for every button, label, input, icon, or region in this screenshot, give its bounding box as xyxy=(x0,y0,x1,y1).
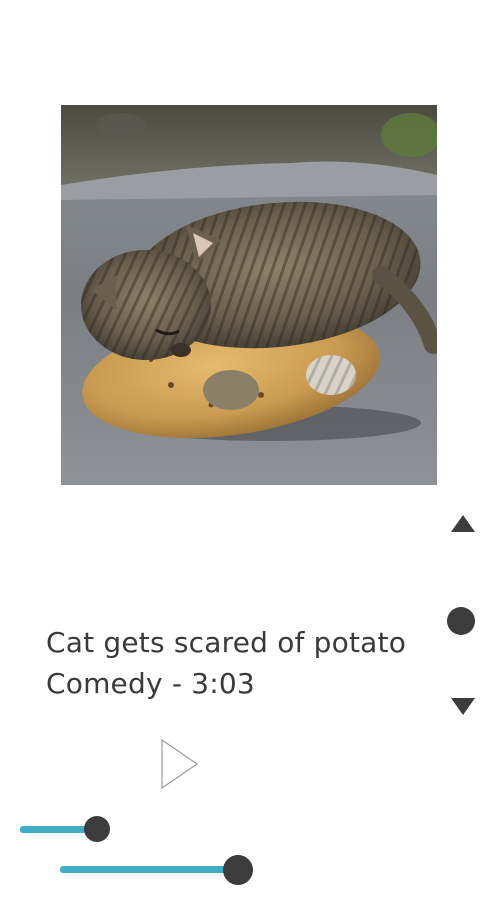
scroll-up-button[interactable] xyxy=(450,514,476,534)
scroll-thumb[interactable] xyxy=(447,607,475,635)
play-button[interactable] xyxy=(160,738,200,790)
slider-1[interactable] xyxy=(20,814,113,844)
scroll-down-button[interactable] xyxy=(450,696,476,716)
triangle-up-icon xyxy=(451,515,475,532)
video-thumbnail[interactable] xyxy=(61,105,437,485)
slider-2[interactable] xyxy=(60,854,258,885)
video-screen: Cat gets scared of potato Comedy - 3:03 xyxy=(0,0,500,900)
video-subtitle: Comedy - 3:03 xyxy=(46,667,255,700)
slider-2-track xyxy=(60,866,238,873)
triangle-down-icon xyxy=(451,698,475,715)
video-title: Cat gets scared of potato xyxy=(46,626,407,659)
play-icon xyxy=(161,738,199,790)
kitten-on-potato-image xyxy=(61,105,437,485)
slider-2-knob[interactable] xyxy=(223,855,253,885)
video-info: Cat gets scared of potato Comedy - 3:03 xyxy=(46,622,436,704)
slider-1-knob[interactable] xyxy=(84,816,110,842)
